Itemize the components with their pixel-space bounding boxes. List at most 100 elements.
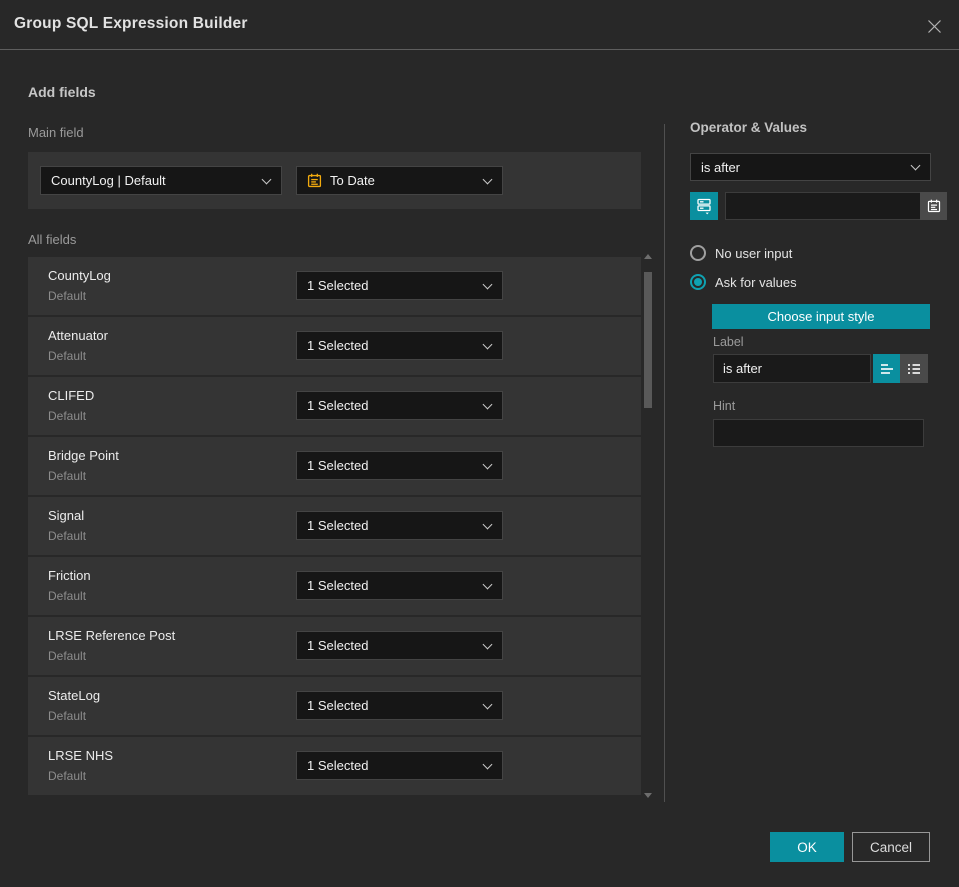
chevron-down-icon: [261, 174, 272, 184]
chevron-down-icon: [482, 519, 493, 529]
close-button[interactable]: [921, 13, 947, 39]
scrollbar-thumb[interactable]: [644, 272, 652, 408]
field-row-attenuator: Attenuator Default 1 Selected: [28, 317, 641, 375]
field-name: CountyLog: [48, 268, 111, 283]
field-selected-dropdown[interactable]: 1 Selected: [296, 331, 503, 360]
choose-input-style-button[interactable]: Choose input style: [712, 304, 930, 329]
close-icon: [927, 19, 941, 33]
chevron-down-icon: [482, 399, 493, 409]
field-row-friction: Friction Default 1 Selected: [28, 557, 641, 615]
field-selected-dropdown[interactable]: 1 Selected: [296, 391, 503, 420]
field-selected-dropdown[interactable]: 1 Selected: [296, 691, 503, 720]
radio-circle-icon: [690, 245, 706, 261]
field-selected-value: 1 Selected: [307, 458, 369, 473]
label-caption: Label: [713, 335, 744, 349]
radio-circle-checked-icon: [690, 274, 706, 290]
list-style-button[interactable]: [900, 354, 928, 383]
chevron-down-icon: [482, 279, 493, 289]
field-name: Bridge Point: [48, 448, 119, 463]
hint-caption: Hint: [713, 399, 736, 413]
chevron-down-icon: [482, 174, 493, 184]
main-field-date-select-value: To Date: [330, 173, 375, 188]
field-name: Attenuator: [48, 328, 108, 343]
hint-input[interactable]: [713, 419, 924, 447]
field-selected-dropdown[interactable]: 1 Selected: [296, 271, 503, 300]
align-left-icon: [880, 363, 893, 374]
field-subtitle: Default: [48, 349, 87, 363]
all-fields-list: CountyLog Default 1 Selected Attenuator …: [28, 257, 641, 797]
field-name: Friction: [48, 568, 91, 583]
value-input-group: [725, 192, 947, 220]
scroll-down-arrow-icon[interactable]: [644, 793, 652, 798]
chevron-down-icon: [482, 699, 493, 709]
field-selected-dropdown[interactable]: 1 Selected: [296, 631, 503, 660]
field-selected-dropdown[interactable]: 1 Selected: [296, 511, 503, 540]
field-selected-value: 1 Selected: [307, 578, 369, 593]
field-selected-value: 1 Selected: [307, 278, 369, 293]
main-field-select-value: CountyLog | Default: [51, 173, 166, 188]
field-selected-value: 1 Selected: [307, 398, 369, 413]
calendar-icon: [927, 199, 940, 213]
dialog-title: Group SQL Expression Builder: [14, 15, 248, 32]
field-row-lrse-nhs: LRSE NHS Default 1 Selected: [28, 737, 641, 795]
radio-no-user-input[interactable]: No user input: [690, 245, 792, 261]
field-row-lrse-reference-post: LRSE Reference Post Default 1 Selected: [28, 617, 641, 675]
all-fields-label: All fields: [28, 232, 77, 247]
field-selected-dropdown[interactable]: 1 Selected: [296, 571, 503, 600]
label-input[interactable]: [713, 354, 871, 383]
operator-select-value: is after: [701, 159, 741, 175]
add-fields-heading: Add fields: [28, 84, 96, 100]
chevron-down-icon: [482, 639, 493, 649]
field-selected-value: 1 Selected: [307, 518, 369, 533]
main-field-panel: CountyLog | Default To Date: [28, 152, 641, 209]
field-selected-value: 1 Selected: [307, 638, 369, 653]
stacked-values-button[interactable]: [690, 192, 718, 220]
stacked-values-icon: [697, 198, 711, 215]
cancel-button[interactable]: Cancel: [852, 832, 930, 862]
field-name: CLIFED: [48, 388, 95, 403]
radio-ask-for-values[interactable]: Ask for values: [690, 274, 797, 290]
value-input[interactable]: [725, 192, 920, 220]
chevron-down-icon: [482, 459, 493, 469]
main-field-select[interactable]: CountyLog | Default: [40, 166, 282, 195]
field-name: Signal: [48, 508, 85, 523]
radio-label: Ask for values: [715, 274, 797, 290]
field-subtitle: Default: [48, 769, 87, 783]
scroll-up-arrow-icon[interactable]: [644, 254, 652, 259]
radio-label: No user input: [715, 245, 793, 261]
field-selected-dropdown[interactable]: 1 Selected: [296, 751, 503, 780]
field-subtitle: Default: [48, 409, 87, 423]
date-picker-button[interactable]: [920, 192, 947, 220]
field-subtitle: Default: [48, 469, 87, 483]
field-row-countylog: CountyLog Default 1 Selected: [28, 257, 641, 315]
single-line-style-button[interactable]: [873, 354, 900, 383]
ok-button[interactable]: OK: [770, 832, 844, 862]
chevron-down-icon: [910, 160, 921, 171]
label-input-row: [713, 354, 930, 383]
field-subtitle: Default: [48, 709, 87, 723]
field-name: LRSE Reference Post: [48, 628, 176, 643]
field-name: LRSE NHS: [48, 748, 114, 763]
chevron-down-icon: [482, 339, 493, 349]
field-subtitle: Default: [48, 649, 87, 663]
panel-divider: [664, 124, 665, 802]
field-subtitle: Default: [48, 589, 87, 603]
field-selected-value: 1 Selected: [307, 698, 369, 713]
field-row-signal: Signal Default 1 Selected: [28, 497, 641, 555]
calendar-icon: [307, 173, 322, 188]
operator-select[interactable]: is after: [690, 153, 931, 181]
field-row-statelog: StateLog Default 1 Selected: [28, 677, 641, 735]
dialog-titlebar: Group SQL Expression Builder: [0, 0, 959, 50]
field-subtitle: Default: [48, 529, 87, 543]
field-row-bridge-point: Bridge Point Default 1 Selected: [28, 437, 641, 495]
field-name: StateLog: [48, 688, 101, 703]
field-selected-dropdown[interactable]: 1 Selected: [296, 451, 503, 480]
field-subtitle: Default: [48, 289, 87, 303]
main-field-label: Main field: [28, 125, 84, 140]
chevron-down-icon: [482, 579, 493, 589]
list-scrollbar[interactable]: [643, 250, 653, 802]
field-row-clifed: CLIFED Default 1 Selected: [28, 377, 641, 435]
field-selected-value: 1 Selected: [307, 758, 369, 773]
main-field-date-select[interactable]: To Date: [296, 166, 503, 195]
operator-values-heading: Operator & Values: [690, 120, 808, 135]
